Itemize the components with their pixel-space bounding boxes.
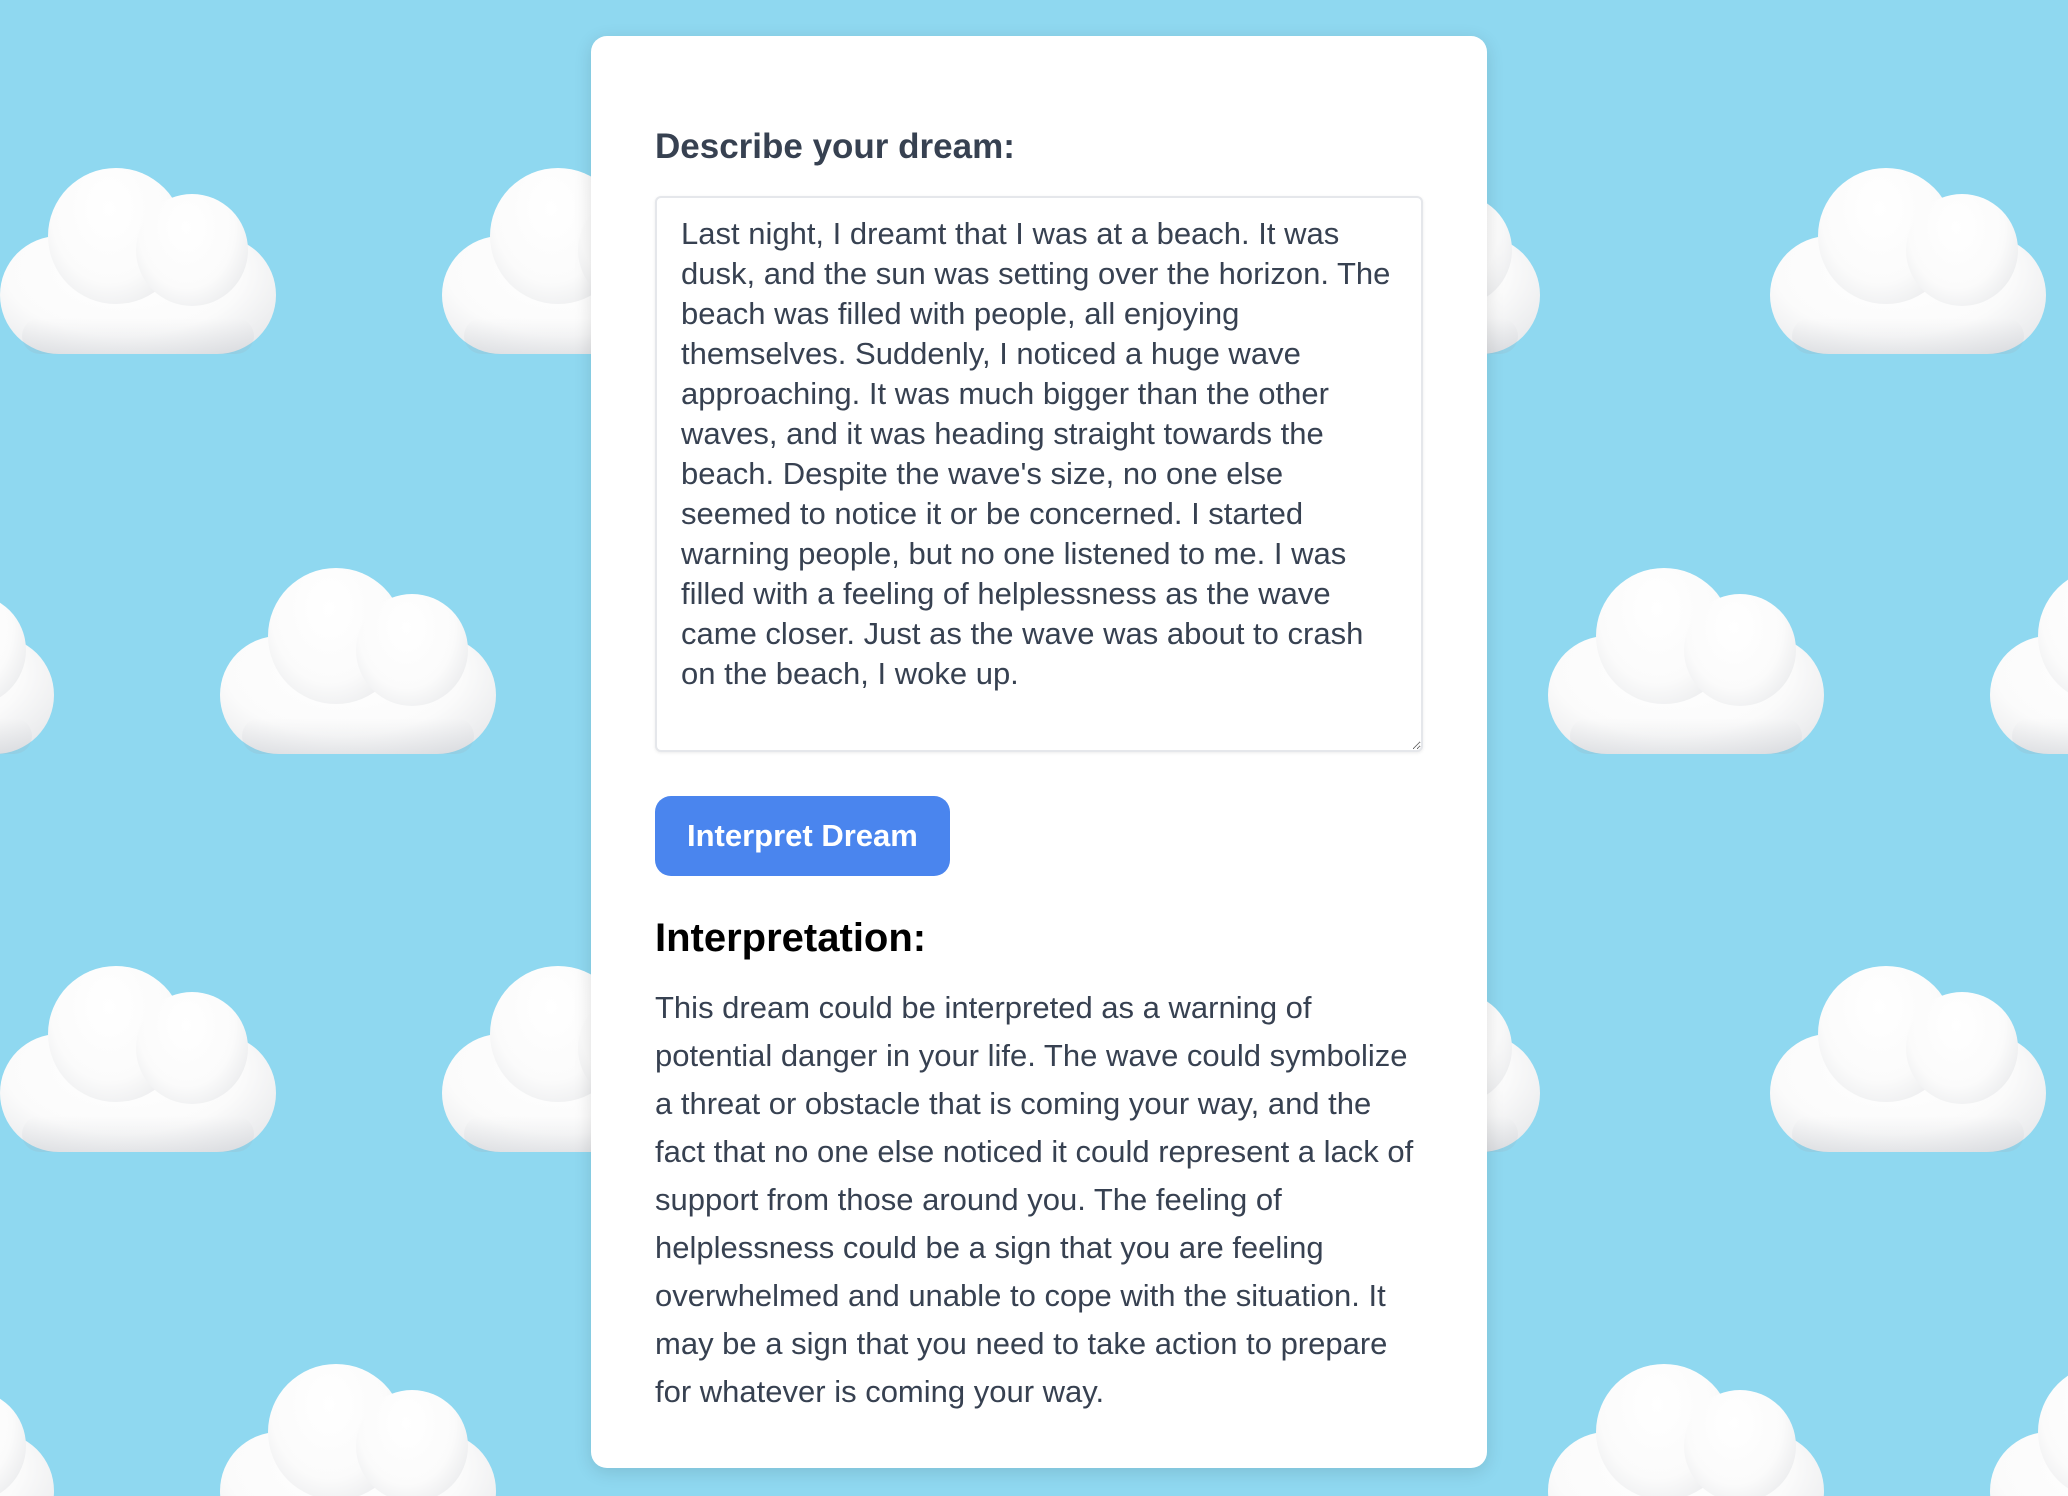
cloud-icon bbox=[1548, 568, 1828, 768]
interpret-dream-button[interactable]: Interpret Dream bbox=[655, 795, 950, 876]
cloud-icon bbox=[1990, 1364, 2068, 1496]
cloud-icon bbox=[0, 568, 58, 768]
interpretation-text: This dream could be interpreted as a war… bbox=[655, 989, 1414, 1409]
cloud-icon bbox=[0, 168, 280, 368]
cloud-icon bbox=[0, 1364, 58, 1496]
cloud-icon bbox=[1548, 1364, 1828, 1496]
cloud-icon bbox=[220, 1364, 500, 1496]
cloud-icon bbox=[220, 568, 500, 768]
cloud-icon bbox=[1770, 966, 2050, 1166]
dream-input-label: Describe your dream: bbox=[655, 127, 1015, 166]
cloud-icon bbox=[0, 966, 280, 1166]
interpretation-heading: Interpretation: bbox=[655, 915, 927, 960]
dream-textarea[interactable]: Last night, I dreamt that I was at a bea… bbox=[655, 195, 1423, 752]
dream-card: Describe your dream: Last night, I dream… bbox=[591, 36, 1487, 1468]
cloud-icon bbox=[1990, 568, 2068, 768]
cloud-icon bbox=[1770, 168, 2050, 368]
